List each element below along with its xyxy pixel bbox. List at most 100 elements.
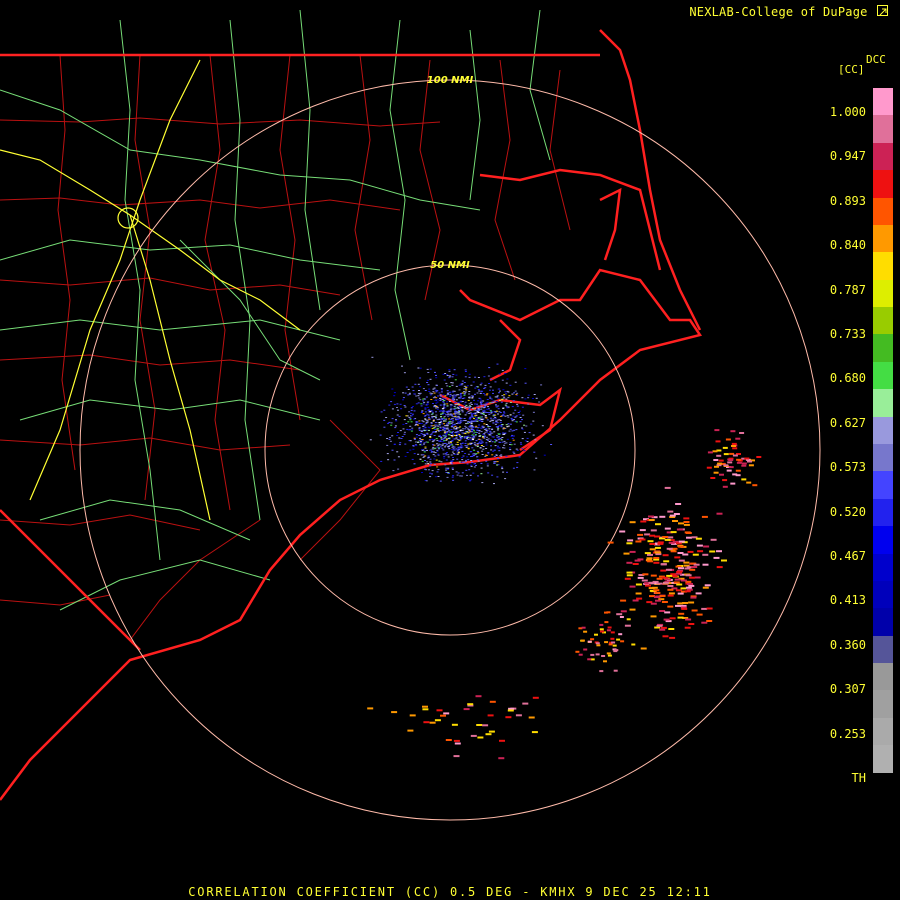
echo-pixel xyxy=(654,591,661,594)
legend-label: 1.000 xyxy=(829,105,866,119)
echo-pixel xyxy=(693,563,700,566)
echo-pixel xyxy=(522,414,525,416)
echo-pixel xyxy=(441,447,444,449)
echo-pixel xyxy=(424,455,427,457)
colorbar-segment xyxy=(873,334,893,363)
echo-pixel xyxy=(424,418,427,420)
echo-pixel xyxy=(668,628,675,630)
echo-pixel xyxy=(435,424,438,426)
echo-pixel xyxy=(424,427,427,429)
echo-pixel xyxy=(434,719,441,722)
echo-pixel xyxy=(550,444,553,445)
echo-pixel xyxy=(483,411,486,413)
echo-pixel xyxy=(654,535,660,538)
echo-pixel xyxy=(443,419,446,421)
echo-pixel xyxy=(501,369,504,371)
echo-pixel xyxy=(502,415,505,417)
echo-pixel xyxy=(398,415,401,417)
echo-pixel xyxy=(674,556,681,559)
echo-pixel xyxy=(673,581,680,584)
echo-pixel xyxy=(433,451,435,453)
echo-pixel xyxy=(645,584,651,587)
echo-pixel xyxy=(419,377,422,379)
echo-pixel xyxy=(486,399,489,400)
echo-pixel xyxy=(396,435,399,436)
echo-pixel xyxy=(498,450,501,452)
echo-pixel xyxy=(484,405,487,407)
echo-pixel xyxy=(419,458,422,460)
echo-pixel xyxy=(446,375,449,376)
echo-pixel xyxy=(463,708,470,711)
echo-pixel xyxy=(494,445,497,447)
echo-pixel xyxy=(428,388,431,390)
echo-pixel xyxy=(458,448,461,450)
echo-pixel xyxy=(716,454,722,457)
echo-pixel xyxy=(498,399,501,401)
echo-pixel xyxy=(426,449,428,451)
echo-pixel xyxy=(505,398,508,400)
echo-pixel xyxy=(449,462,452,464)
echo-pixel xyxy=(505,716,512,719)
echo-pixel xyxy=(436,450,439,452)
echo-pixel xyxy=(417,441,420,443)
echo-pixel xyxy=(438,448,440,450)
echo-pixel xyxy=(415,422,418,424)
echo-pixel xyxy=(496,429,499,431)
external-link-icon[interactable] xyxy=(877,5,888,16)
echo-pixel xyxy=(434,429,437,430)
echo-pixel xyxy=(446,405,449,407)
echo-pixel xyxy=(614,649,619,652)
echo-pixel xyxy=(722,446,728,449)
echo-pixel xyxy=(465,412,468,414)
echo-pixel xyxy=(516,405,519,407)
echo-pixel xyxy=(506,426,509,428)
echo-pixel xyxy=(716,566,723,569)
echo-pixel xyxy=(466,456,469,458)
echo-pixel xyxy=(514,416,517,418)
echo-pixel xyxy=(409,714,416,717)
echo-pixel xyxy=(528,432,531,434)
echo-pixel xyxy=(502,389,505,391)
echo-pixel xyxy=(434,416,437,418)
echo-pixel xyxy=(429,436,432,438)
echo-pixel xyxy=(461,450,464,452)
echo-pixel xyxy=(463,385,466,387)
colorbar-segment xyxy=(873,498,893,527)
echo-pixel xyxy=(441,418,444,420)
echo-pixel xyxy=(395,419,397,421)
echo-pixel xyxy=(457,401,460,403)
echo-pixel xyxy=(493,431,496,433)
echo-pixel xyxy=(683,517,690,520)
echo-pixel xyxy=(385,417,388,418)
echo-pixel xyxy=(429,450,432,451)
echo-pixel xyxy=(467,399,470,401)
echo-pixel xyxy=(647,540,654,543)
echo-pixel xyxy=(433,435,436,436)
echo-pixel xyxy=(501,468,504,470)
echo-pixel xyxy=(434,426,437,428)
echo-pixel xyxy=(380,411,383,413)
echo-pixel xyxy=(471,425,474,427)
echo-pixel xyxy=(409,449,412,451)
echo-pixel xyxy=(476,429,479,431)
echo-pixel xyxy=(675,604,681,607)
echo-pixel xyxy=(400,438,403,439)
echo-pixel xyxy=(475,440,478,442)
echo-pixel xyxy=(426,379,429,381)
echo-pixel xyxy=(426,382,429,383)
echo-pixel xyxy=(515,448,518,450)
echo-pixel xyxy=(610,631,615,634)
echo-pixel xyxy=(445,459,448,461)
echo-pixel xyxy=(432,412,434,414)
echo-pixel xyxy=(631,643,636,646)
echo-pixel xyxy=(444,425,447,427)
echo-pixel xyxy=(595,653,600,656)
echo-pixel xyxy=(435,438,438,440)
echo-pixel xyxy=(607,541,614,544)
echo-pixel xyxy=(480,431,483,433)
echo-pixel xyxy=(403,431,406,433)
echo-pixel xyxy=(447,428,450,430)
echo-pixel xyxy=(649,548,656,551)
echo-pixel xyxy=(496,476,499,478)
echo-pixel xyxy=(683,561,690,564)
